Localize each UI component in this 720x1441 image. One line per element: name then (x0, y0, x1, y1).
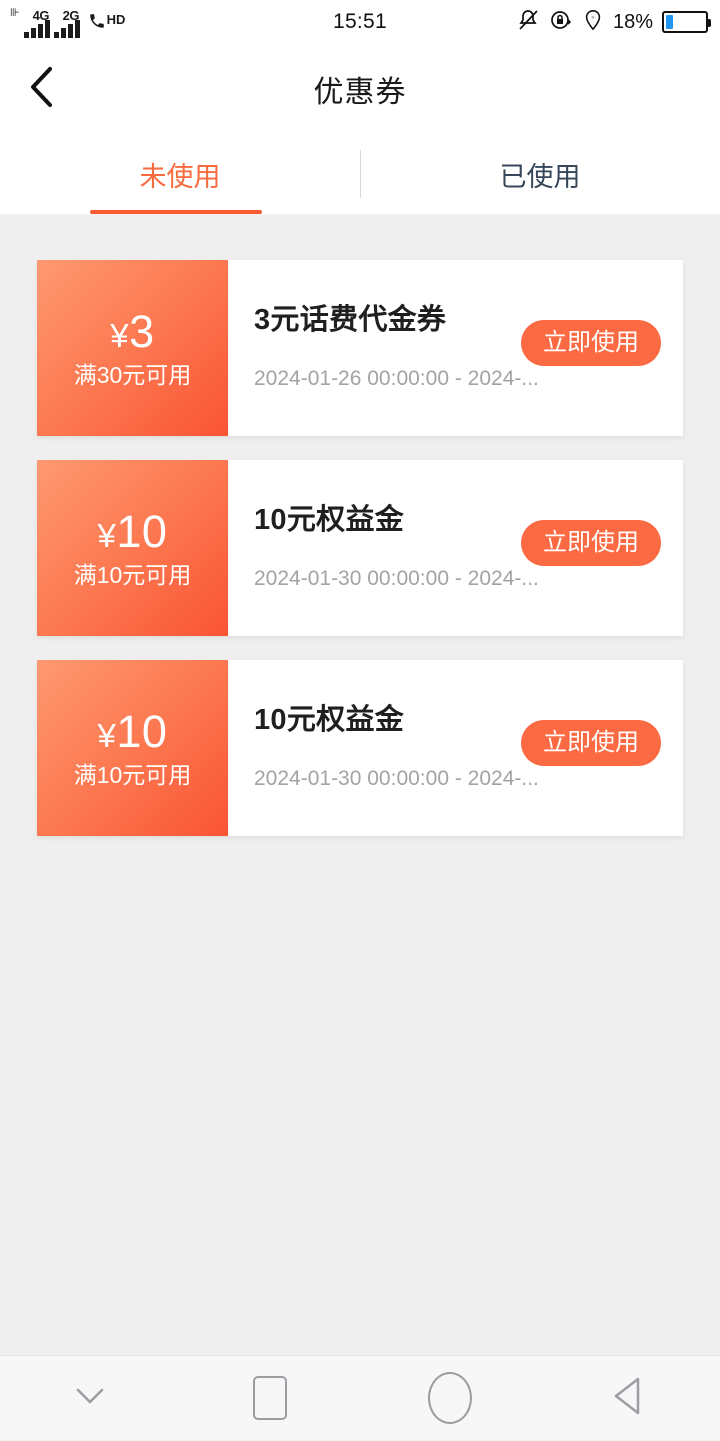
tab-unused[interactable]: 未使用 (0, 134, 360, 214)
nav-back-button[interactable] (585, 1356, 675, 1441)
coupon-amount: ¥3 (110, 309, 154, 354)
amount-value: 3 (129, 306, 155, 357)
chevron-down-icon (70, 1382, 110, 1415)
coupon-amount: ¥10 (98, 509, 168, 554)
coupon-value-panel: ¥10 满10元可用 (37, 460, 228, 636)
coupon-card[interactable]: ¥10 满10元可用 10元权益金 2024-01-30 00:00:00 - … (37, 660, 683, 836)
coupon-details: 10元权益金 2024-01-30 00:00:00 - 2024-... 立即… (228, 660, 683, 836)
app-header: 优惠券 (0, 44, 720, 134)
coupon-value-panel: ¥3 满30元可用 (37, 260, 228, 436)
coupon-list: ¥3 满30元可用 3元话费代金券 2024-01-26 00:00:00 - … (0, 214, 720, 1440)
coupon-amount: ¥10 (98, 709, 168, 754)
coupon-valid-range: 2024-01-30 00:00:00 - 2024-... (254, 567, 539, 591)
coupon-details: 3元话费代金券 2024-01-26 00:00:00 - 2024-... 立… (228, 260, 683, 436)
coupon-threshold: 满30元可用 (74, 364, 192, 387)
status-bar-right: 18% (516, 0, 708, 44)
battery-icon (662, 11, 708, 33)
currency-symbol: ¥ (98, 517, 117, 554)
coupon-details: 10元权益金 2024-01-30 00:00:00 - 2024-... 立即… (228, 460, 683, 636)
location-pin-icon (582, 8, 604, 37)
chevron-left-icon (26, 64, 58, 115)
coupon-value-panel: ¥10 满10元可用 (37, 660, 228, 836)
coupon-card[interactable]: ¥10 满10元可用 10元权益金 2024-01-30 00:00:00 - … (37, 460, 683, 636)
amount-value: 10 (116, 706, 167, 757)
use-now-button[interactable]: 立即使用 (521, 720, 661, 766)
currency-symbol: ¥ (110, 317, 129, 354)
circle-home-icon (428, 1372, 472, 1424)
rotation-lock-icon (549, 8, 573, 37)
status-bar: ⊪ 4G 2G HD 15:51 (0, 0, 720, 44)
mute-bell-icon (516, 8, 540, 37)
nav-home-button[interactable] (405, 1356, 495, 1441)
coupon-threshold: 满10元可用 (74, 564, 192, 587)
tab-used[interactable]: 已使用 (360, 134, 720, 214)
coupon-valid-range: 2024-01-30 00:00:00 - 2024-... (254, 767, 539, 791)
square-recents-icon (253, 1376, 287, 1420)
coupon-tabs: 未使用 已使用 (0, 134, 720, 214)
tab-active-underline (90, 210, 262, 214)
use-now-button[interactable]: 立即使用 (521, 320, 661, 366)
coupon-threshold: 满10元可用 (74, 764, 192, 787)
battery-percent-label: 18% (613, 11, 653, 34)
currency-symbol: ¥ (98, 717, 117, 754)
system-navigation-bar (0, 1355, 720, 1440)
amount-value: 10 (116, 506, 167, 557)
coupon-card[interactable]: ¥3 满30元可用 3元话费代金券 2024-01-26 00:00:00 - … (37, 260, 683, 436)
nav-recents-button[interactable] (225, 1356, 315, 1441)
nav-hide-keyboard-button[interactable] (45, 1356, 135, 1441)
coupon-valid-range: 2024-01-26 00:00:00 - 2024-... (254, 367, 539, 391)
triangle-back-icon (610, 1373, 650, 1424)
page-title: 优惠券 (314, 67, 407, 111)
use-now-button[interactable]: 立即使用 (521, 520, 661, 566)
back-button[interactable] (12, 59, 72, 119)
